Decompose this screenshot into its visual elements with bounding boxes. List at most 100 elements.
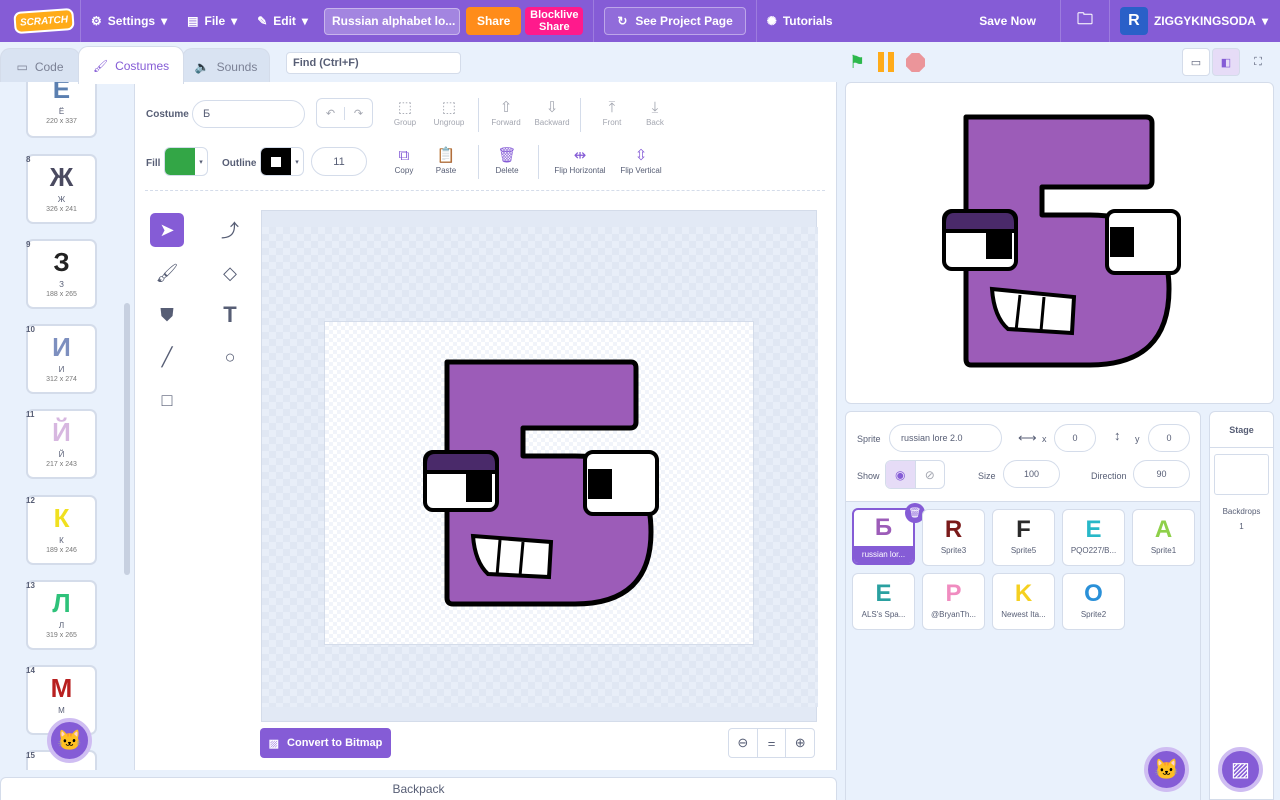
costume-name: З: [59, 280, 64, 289]
backpack[interactable]: Backpack: [0, 777, 837, 800]
sprite-tile[interactable]: R Sprite3: [922, 509, 985, 566]
sprite-tile[interactable]: E PQO227/B...: [1062, 509, 1125, 566]
eraser-tool[interactable]: ◇: [213, 256, 247, 290]
costume-item[interactable]: Ё Ё 220 x 337: [26, 82, 97, 138]
file-menu[interactable]: ▤ File ▾: [177, 0, 247, 42]
artboard[interactable]: [324, 321, 754, 645]
see-project-page-button[interactable]: ↻ See Project Page: [604, 7, 746, 35]
green-flag-button[interactable]: ⚑: [849, 52, 865, 73]
tutorials-button[interactable]: ✺ Tutorials: [757, 0, 843, 42]
costume-item[interactable]: 8 Ж Ж 326 x 241: [26, 154, 97, 224]
costume-list-scrollbar[interactable]: [124, 303, 130, 575]
find-input[interactable]: Find (Ctrl+F): [286, 52, 461, 74]
reshape-icon: ⤴: [221, 221, 239, 241]
paint-canvas[interactable]: [261, 210, 818, 722]
paste-button[interactable]: 📋 Paste: [418, 146, 474, 175]
my-stuff-button[interactable]: 🗀: [1061, 0, 1109, 42]
sprite-tile-selected[interactable]: Б russian lor... 🗑: [852, 503, 925, 565]
hide-sprite-button[interactable]: ⊘: [914, 461, 945, 488]
sprite-tile[interactable]: O Sprite2: [1062, 573, 1125, 630]
zoom-out-button[interactable]: ⊖: [729, 729, 758, 757]
zoom-reset-button[interactable]: =: [758, 729, 787, 757]
undo-icon[interactable]: ↶: [317, 106, 345, 120]
large-stage-button[interactable]: ◧: [1212, 48, 1240, 76]
editor-tabs: ▭ Code 🖌 Costumes 🔈 Sounds: [0, 46, 270, 84]
tab-code[interactable]: ▭ Code: [0, 48, 80, 84]
costume-name-input[interactable]: Б: [192, 100, 305, 128]
sprite-tile[interactable]: A Sprite1: [1132, 509, 1195, 566]
costume-size: 189 x 246: [46, 547, 77, 554]
stage-selector[interactable]: Stage Backdrops 1: [1209, 411, 1274, 800]
costume-number: 9: [26, 240, 31, 249]
fullscreen-button[interactable]: ⛶: [1244, 48, 1272, 76]
flip-horizontal-button[interactable]: ⇹ Flip Horizontal: [547, 146, 613, 175]
select-tool[interactable]: ➤: [150, 213, 184, 247]
small-stage-button[interactable]: ▭: [1182, 48, 1210, 76]
direction-label: Direction: [1091, 471, 1127, 481]
costume-size: 312 x 274: [46, 376, 77, 383]
reshape-tool[interactable]: ⤴: [213, 213, 247, 247]
outline-width-input[interactable]: 11: [311, 147, 367, 176]
size-input[interactable]: 100: [1003, 460, 1060, 488]
sprite-tile[interactable]: P @BryanTh...: [922, 573, 985, 630]
save-now-button[interactable]: Save Now: [969, 0, 1060, 42]
zoom-in-icon: ⊕: [794, 735, 806, 750]
text-tool[interactable]: T: [213, 298, 247, 332]
sprite-thumbnail: F: [1016, 516, 1031, 543]
sprite-thumbnail: E: [875, 580, 892, 607]
choose-backdrop-button[interactable]: ▨: [1218, 747, 1263, 792]
tab-costumes[interactable]: 🖌 Costumes: [78, 46, 184, 84]
back-button[interactable]: ⤓ Back: [627, 98, 683, 127]
sprite-tile[interactable]: E ALS's Spa...: [852, 573, 915, 630]
sprite-name-input[interactable]: russian lore 2.0: [889, 424, 1002, 452]
ungroup-button[interactable]: ⬚ Ungroup: [421, 98, 477, 127]
y-input[interactable]: 0: [1148, 424, 1190, 452]
costume-item[interactable]: 12 К К 189 x 246: [26, 495, 97, 565]
zoom-in-button[interactable]: ⊕: [786, 729, 814, 757]
front-label: Front: [602, 118, 622, 127]
account-menu[interactable]: R ZIGGYKINGSODA ▾: [1110, 0, 1280, 42]
tab-sounds[interactable]: 🔈 Sounds: [182, 48, 270, 84]
redo-icon[interactable]: ↷: [345, 107, 372, 120]
direction-input[interactable]: 90: [1133, 460, 1190, 488]
costume-number: 14: [26, 666, 35, 675]
rectangle-tool[interactable]: □: [150, 383, 184, 417]
sprite-info: Sprite russian lore 2.0 ⟷ x 0 ↕ y 0 Show…: [846, 412, 1200, 502]
scratch-logo[interactable]: SCRATCH: [13, 7, 75, 35]
backward-button[interactable]: ⇩ Backward: [524, 98, 580, 127]
costume-number: 11: [26, 410, 35, 419]
tab-code-label: Code: [34, 59, 64, 74]
settings-menu[interactable]: ⚙ Settings ▾: [81, 0, 177, 42]
blocklive-share-button[interactable]: Blocklive Share: [525, 7, 584, 35]
sprite-tile[interactable]: F Sprite5: [992, 509, 1055, 566]
choose-sprite-button[interactable]: 🐱: [1144, 747, 1189, 792]
convert-to-bitmap-button[interactable]: ▨ Convert to Bitmap: [260, 728, 391, 758]
outline-color-picker[interactable]: ▾: [260, 147, 304, 176]
choose-costume-button[interactable]: 🐱: [47, 718, 92, 763]
stop-button[interactable]: [906, 53, 925, 72]
stage-thumbnail[interactable]: [1214, 454, 1269, 495]
x-input[interactable]: 0: [1054, 424, 1096, 452]
fill-color-picker[interactable]: ▾: [164, 147, 208, 176]
costume-item[interactable]: 11 Й Й 217 x 243: [26, 409, 97, 479]
flip-vertical-button[interactable]: ⇳ Flip Vertical: [613, 146, 669, 175]
pause-button[interactable]: [878, 52, 896, 72]
costume-item[interactable]: 13 Л Л 319 x 265: [26, 580, 97, 650]
show-sprite-button[interactable]: ◉: [886, 461, 915, 488]
sprite-name: PQO227/B...: [1070, 546, 1117, 555]
line-tool[interactable]: ╱: [150, 340, 184, 374]
circle-tool[interactable]: ○: [213, 340, 247, 374]
costume-number: 13: [26, 581, 35, 590]
stage[interactable]: [845, 82, 1274, 404]
share-button[interactable]: Share: [465, 7, 522, 35]
delete-button[interactable]: 🗑 Delete: [479, 146, 535, 175]
edit-menu[interactable]: ✎ Edit ▾: [247, 0, 318, 42]
costume-item[interactable]: 10 И И 312 x 274: [26, 324, 97, 394]
brush-icon: 🖌: [92, 58, 109, 73]
fill-tool[interactable]: ⛊: [150, 298, 184, 332]
sprite-tile[interactable]: K Newest Ita...: [992, 573, 1055, 630]
costume-size: 217 x 243: [46, 461, 77, 468]
project-title-input[interactable]: Russian alphabet lo...: [323, 7, 460, 35]
brush-tool[interactable]: 🖌: [150, 256, 184, 290]
costume-item[interactable]: 9 З З 188 x 265: [26, 239, 97, 309]
